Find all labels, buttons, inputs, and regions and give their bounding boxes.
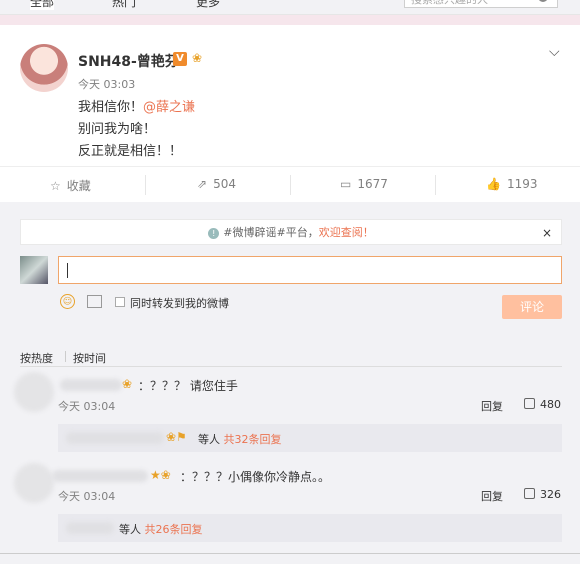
comment-avatar[interactable] [14, 463, 54, 503]
repost-checkbox-label[interactable]: 同时转发到我的微博 [130, 295, 229, 311]
post-line-1: 我相信你！@薛之谦 [78, 100, 196, 115]
submit-comment-button[interactable]: 评论 [502, 295, 562, 319]
sort-divider [65, 351, 66, 362]
emoji-icon[interactable]: ☺ [60, 294, 75, 309]
tab-more[interactable]: 更多 [196, 0, 220, 10]
fan-badge-icon: ❀ [122, 377, 133, 391]
sub-reply-summary: 等人 共32条回复 [198, 433, 282, 446]
info-icon: ! [208, 228, 220, 239]
fan-badge-icon: ❀ [192, 51, 203, 65]
tab-all[interactable]: 全部 [30, 0, 55, 10]
view-replies-link[interactable]: 共32条回复 [224, 433, 282, 446]
comment-time: 今天 03:04 [58, 490, 116, 503]
like-button[interactable]: 👍 1193 [486, 177, 538, 191]
search-input[interactable]: 搜索感兴趣的人 [404, 0, 558, 8]
comment-icon: ▭ [340, 177, 352, 191]
comment-input[interactable] [58, 256, 562, 284]
verified-icon: V [173, 52, 187, 66]
fan-badge-icon: ★❀ [150, 468, 171, 482]
avatar[interactable] [20, 44, 68, 92]
sort-divider-line [20, 366, 562, 367]
comment-button[interactable]: ▭ 1677 [340, 177, 388, 191]
thumb-up-icon: 👍 [486, 177, 501, 191]
repost-button[interactable]: ⇗ 504 [197, 177, 236, 191]
sub-reply-users [66, 432, 164, 444]
view-replies-link[interactable]: 共26条回复 [145, 523, 203, 536]
fan-badge-icon: ❀⚑ [166, 430, 187, 444]
repost-checkbox[interactable] [115, 297, 125, 307]
star-icon: ☆ [50, 179, 61, 193]
comment-avatar[interactable] [14, 372, 54, 412]
mention-link[interactable]: @薛之谦 [143, 100, 195, 115]
comment-text: ：？？？小偶像你冷静点。。 [180, 470, 331, 484]
action-bar: ☆ 收藏 ⇗ 504 ▭ 1677 👍 1193 [0, 166, 580, 204]
top-navigation: 全部 热门 更多 搜索感兴趣的人 [0, 0, 580, 15]
header-divider [0, 15, 580, 25]
comment-time: 今天 03:04 [58, 400, 116, 413]
tab-hot[interactable]: 热门 [112, 0, 136, 10]
favorite-button[interactable]: ☆ 收藏 [50, 177, 91, 194]
action-divider [290, 175, 291, 195]
post-line-2: 别问我为啥！ [78, 122, 157, 137]
comment-username[interactable] [52, 470, 148, 482]
reply-button[interactable]: 回复 [481, 488, 503, 504]
username[interactable]: SNH48-曾艳芬 [78, 51, 179, 71]
close-icon[interactable]: × [542, 220, 552, 246]
thumb-up-icon [524, 398, 535, 409]
sub-reply-summary: 等人 共26条回复 [119, 523, 203, 536]
comment-username[interactable] [60, 379, 122, 391]
notice-link[interactable]: 欢迎查阅！ [319, 226, 374, 239]
my-avatar [20, 256, 48, 284]
rumor-notice: ! #微博辟谣#平台，欢迎查阅！ × [20, 219, 562, 245]
sort-by-hot[interactable]: 按热度 [20, 350, 53, 366]
post-time[interactable]: 今天 03:03 [78, 76, 135, 92]
comment-like-button[interactable]: 480 [524, 398, 561, 411]
comment-like-button[interactable]: 326 [524, 488, 561, 501]
image-icon[interactable] [87, 295, 102, 308]
post-line-3: 反正就是相信！！ [78, 144, 183, 159]
sort-by-time[interactable]: 按时间 [73, 350, 106, 366]
chevron-down-icon[interactable]: ⌵ [549, 44, 560, 60]
action-divider [145, 175, 146, 195]
text-caret [67, 263, 68, 278]
sub-reply-users [66, 522, 114, 534]
repost-icon: ⇗ [197, 177, 208, 191]
thumb-up-icon [524, 488, 535, 499]
bottom-divider [0, 553, 580, 554]
reply-button[interactable]: 回复 [481, 398, 503, 414]
action-divider [435, 175, 436, 195]
comment-text: ：？？？ 请您住手 [138, 379, 238, 393]
